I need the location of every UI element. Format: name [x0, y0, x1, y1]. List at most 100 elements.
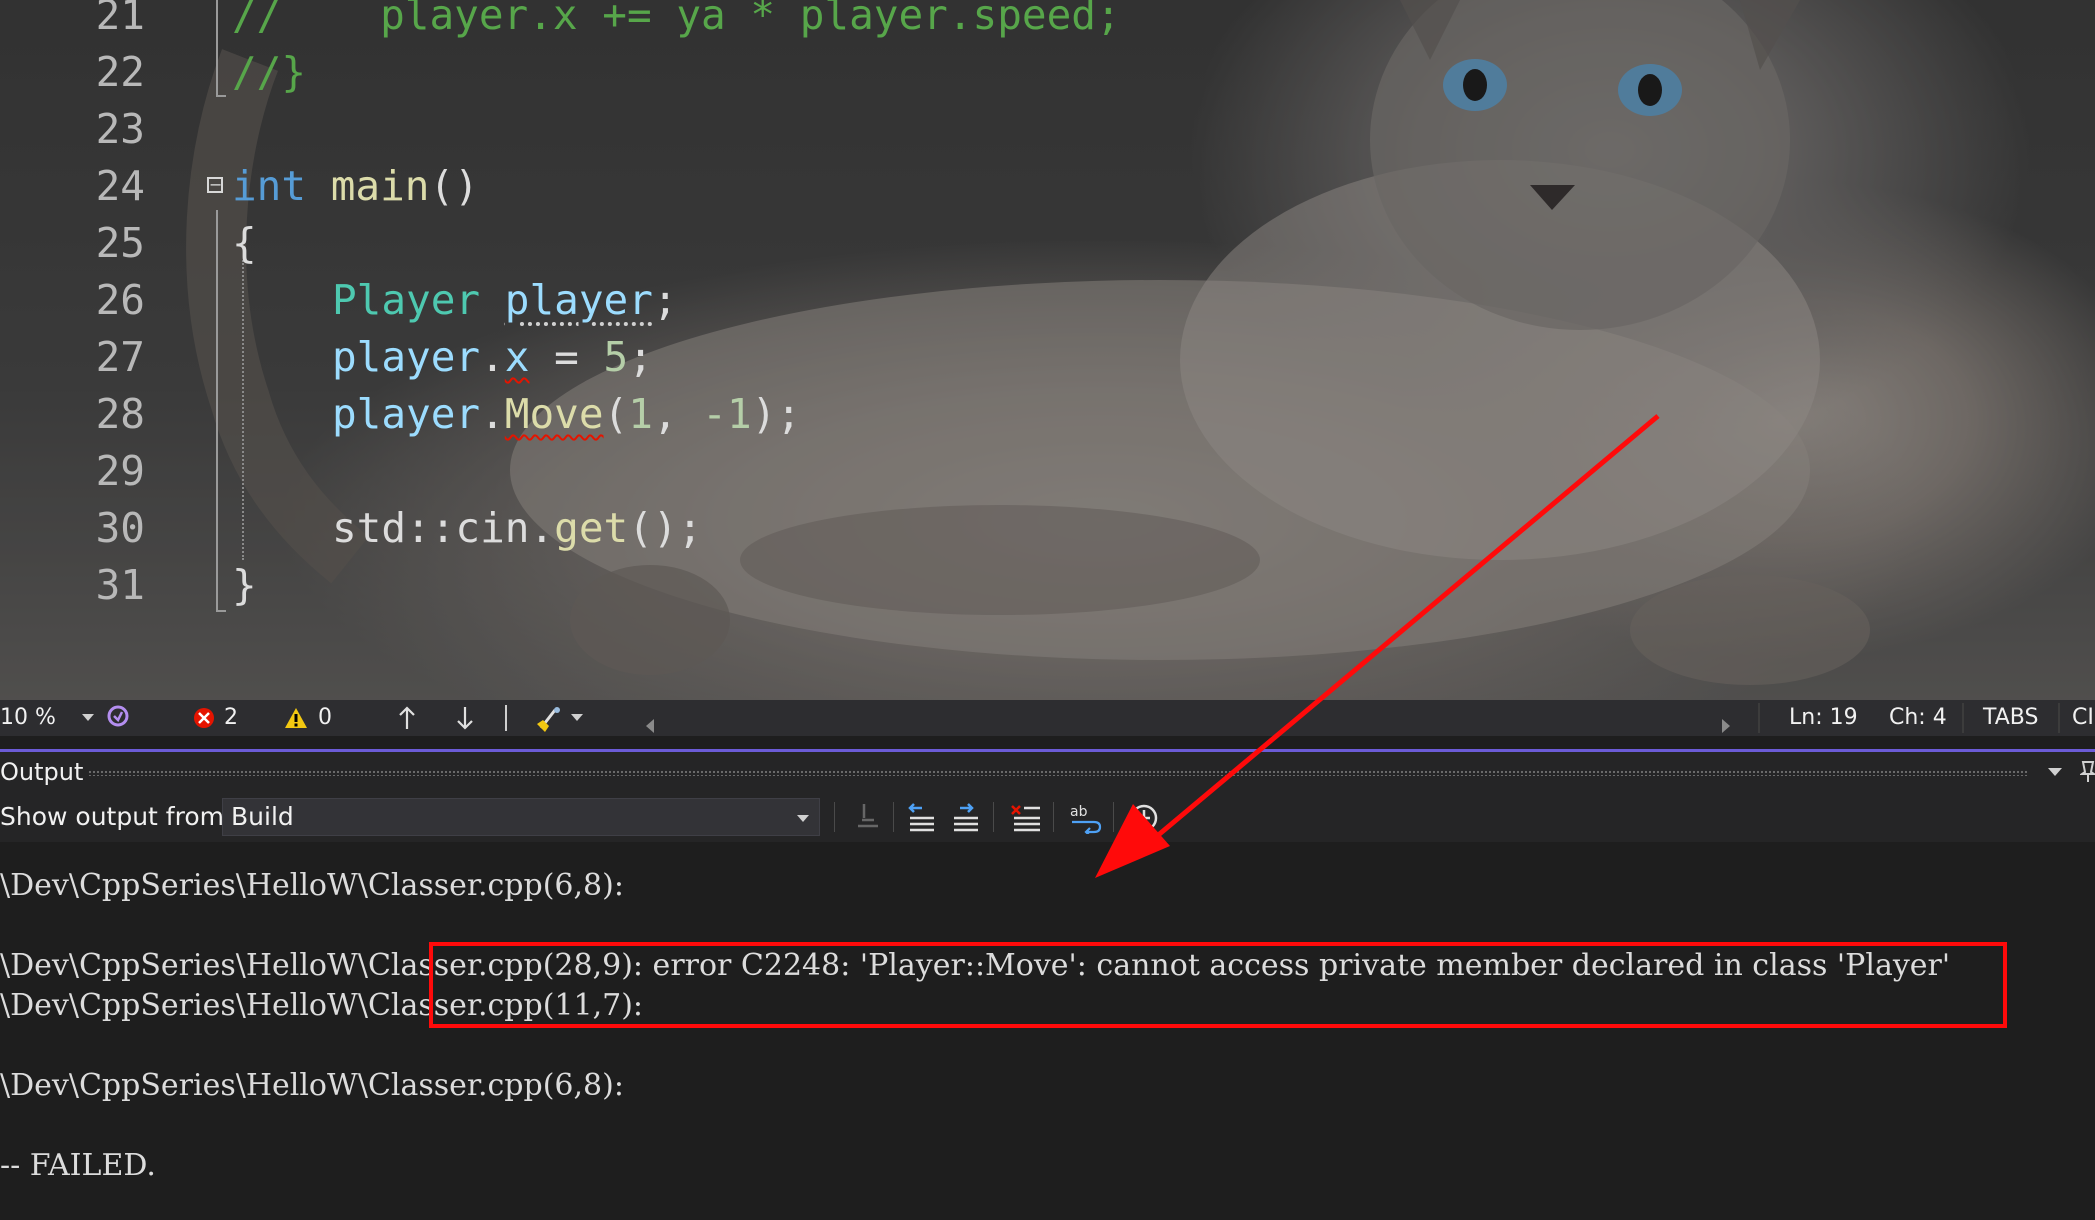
cursor-line[interactable]: Ln: 19	[1789, 700, 1858, 736]
toolbar-separator	[993, 802, 994, 832]
output-line: \Dev\CppSeries\HelloW\Classer.cpp(6,8):	[0, 868, 624, 903]
code-token: ;	[628, 333, 653, 381]
code-token: =	[529, 333, 604, 381]
panel-options-icon[interactable]	[2048, 768, 2062, 776]
code-line[interactable]: 21 // player.x += ya * player.speed;	[0, 0, 2095, 44]
output-source-select[interactable]: Build	[222, 798, 820, 836]
code-text: {	[232, 215, 257, 272]
code-token: .	[480, 390, 505, 438]
warning-count[interactable]: 0	[318, 700, 332, 736]
code-text: player.Move(1, -1);	[332, 386, 801, 443]
code-token: Player	[332, 276, 481, 324]
status-separator	[505, 705, 507, 731]
code-line[interactable]: 26 Player player;	[0, 272, 2095, 329]
indent-mode[interactable]: TABS	[1983, 700, 2038, 736]
code-token: -1	[702, 390, 752, 438]
arrow-down-icon[interactable]	[454, 704, 476, 740]
code-token: // player.x += ya * player.speed;	[232, 0, 1121, 39]
line-number: 24	[95, 162, 145, 210]
clear-all-icon[interactable]	[1008, 800, 1044, 834]
code-token: ();	[628, 504, 703, 552]
code-line[interactable]: 23	[0, 101, 2095, 158]
code-line[interactable]: 22 //}	[0, 44, 2095, 101]
error-count[interactable]: 2	[224, 700, 238, 736]
status-separator	[1962, 703, 1964, 733]
code-token: 5	[603, 333, 629, 381]
zoom-level[interactable]: 10 %	[0, 700, 56, 736]
line-number: 23	[95, 105, 145, 153]
go-to-location-icon[interactable]	[850, 800, 886, 834]
code-token: {	[232, 219, 257, 267]
code-text: }	[232, 557, 257, 614]
code-cleanup-icon[interactable]	[535, 704, 563, 740]
status-separator	[2058, 703, 2060, 733]
intellicode-icon[interactable]	[106, 704, 130, 740]
code-token: 1	[628, 390, 653, 438]
previous-message-icon[interactable]	[904, 800, 940, 834]
code-text: // player.x += ya * player.speed;	[232, 0, 1121, 44]
code-line[interactable]: 31}	[0, 557, 2095, 614]
toolbar-separator	[834, 802, 835, 832]
cursor-char[interactable]: Ch: 4	[1889, 700, 1947, 736]
line-number: 29	[95, 447, 145, 495]
code-token: .	[480, 333, 505, 381]
arrow-up-icon[interactable]	[396, 704, 418, 740]
line-number: 26	[95, 276, 145, 324]
status-separator	[1758, 703, 1760, 733]
panel-drag-handle[interactable]	[88, 770, 2028, 776]
error-highlight-box	[429, 942, 2007, 1028]
timestamp-icon[interactable]	[1126, 800, 1162, 834]
pin-icon[interactable]	[2078, 760, 2095, 788]
next-message-icon[interactable]	[948, 800, 984, 834]
code-line[interactable]: 24 − int main()	[0, 158, 2095, 215]
code-line[interactable]: 29	[0, 443, 2095, 500]
toolbar-separator	[1053, 802, 1054, 832]
line-number: 22	[95, 48, 145, 96]
output-source-value: Build	[231, 802, 294, 831]
output-line: \Dev\CppSeries\HelloW\Classer.cpp(6,8):	[0, 1068, 624, 1103]
code-token: ;	[652, 276, 678, 324]
code-line[interactable]: 25 {	[0, 215, 2095, 272]
code-cleanup-dropdown-icon[interactable]	[571, 714, 583, 721]
editor-status-bar: 10 % 2 0 Ln: 19 Ch: 4 TABS CI	[0, 700, 2095, 736]
line-number: 25	[95, 219, 145, 267]
output-line: -- FAILED.	[0, 1148, 156, 1183]
code-token: //}	[232, 48, 307, 96]
collapse-icon[interactable]: −	[207, 177, 223, 193]
code-editor[interactable]: 21 // player.x += ya * player.speed; 22 //}…	[0, 0, 2095, 700]
code-token: get	[554, 504, 629, 552]
code-token: main	[330, 162, 430, 210]
word-wrap-icon[interactable]: ab	[1068, 800, 1104, 837]
code-token: std::cin.	[332, 504, 555, 552]
code-token: }	[232, 561, 257, 609]
code-line[interactable]: 27 player.x = 5;	[0, 329, 2095, 386]
output-panel-header[interactable]: Output	[0, 752, 2095, 792]
zoom-dropdown-icon[interactable]	[82, 714, 94, 721]
line-number: 21	[95, 0, 145, 39]
code-token: (	[603, 390, 629, 438]
line-number: 28	[95, 390, 145, 438]
line-ending[interactable]: CI	[2072, 700, 2094, 736]
error-token: Move	[504, 390, 604, 438]
code-line[interactable]: 30 std::cin.get();	[0, 500, 2095, 557]
chevron-down-icon	[797, 815, 809, 822]
scroll-left-icon[interactable]	[644, 710, 656, 746]
output-text-area[interactable]: \Dev\CppSeries\HelloW\Classer.cpp(6,8): \…	[0, 842, 2095, 1220]
line-number: 30	[95, 504, 145, 552]
code-text: int main()	[232, 158, 479, 215]
code-line[interactable]: 28 player.Move(1, -1);	[0, 386, 2095, 443]
code-token: player	[332, 390, 481, 438]
code-token: ,	[652, 390, 703, 438]
code-token: player	[332, 333, 481, 381]
code-text: std::cin.get();	[332, 500, 702, 557]
svg-text:ab: ab	[1070, 804, 1088, 820]
error-token: x	[504, 333, 530, 381]
scroll-right-icon[interactable]	[1720, 710, 1732, 746]
output-toolbar: Show output from: Build ab	[0, 792, 2095, 842]
code-token: ()	[429, 162, 479, 210]
warning-icon[interactable]	[284, 706, 308, 742]
code-token: );	[751, 390, 802, 438]
line-number: 31	[95, 561, 145, 609]
error-icon[interactable]	[192, 706, 216, 742]
